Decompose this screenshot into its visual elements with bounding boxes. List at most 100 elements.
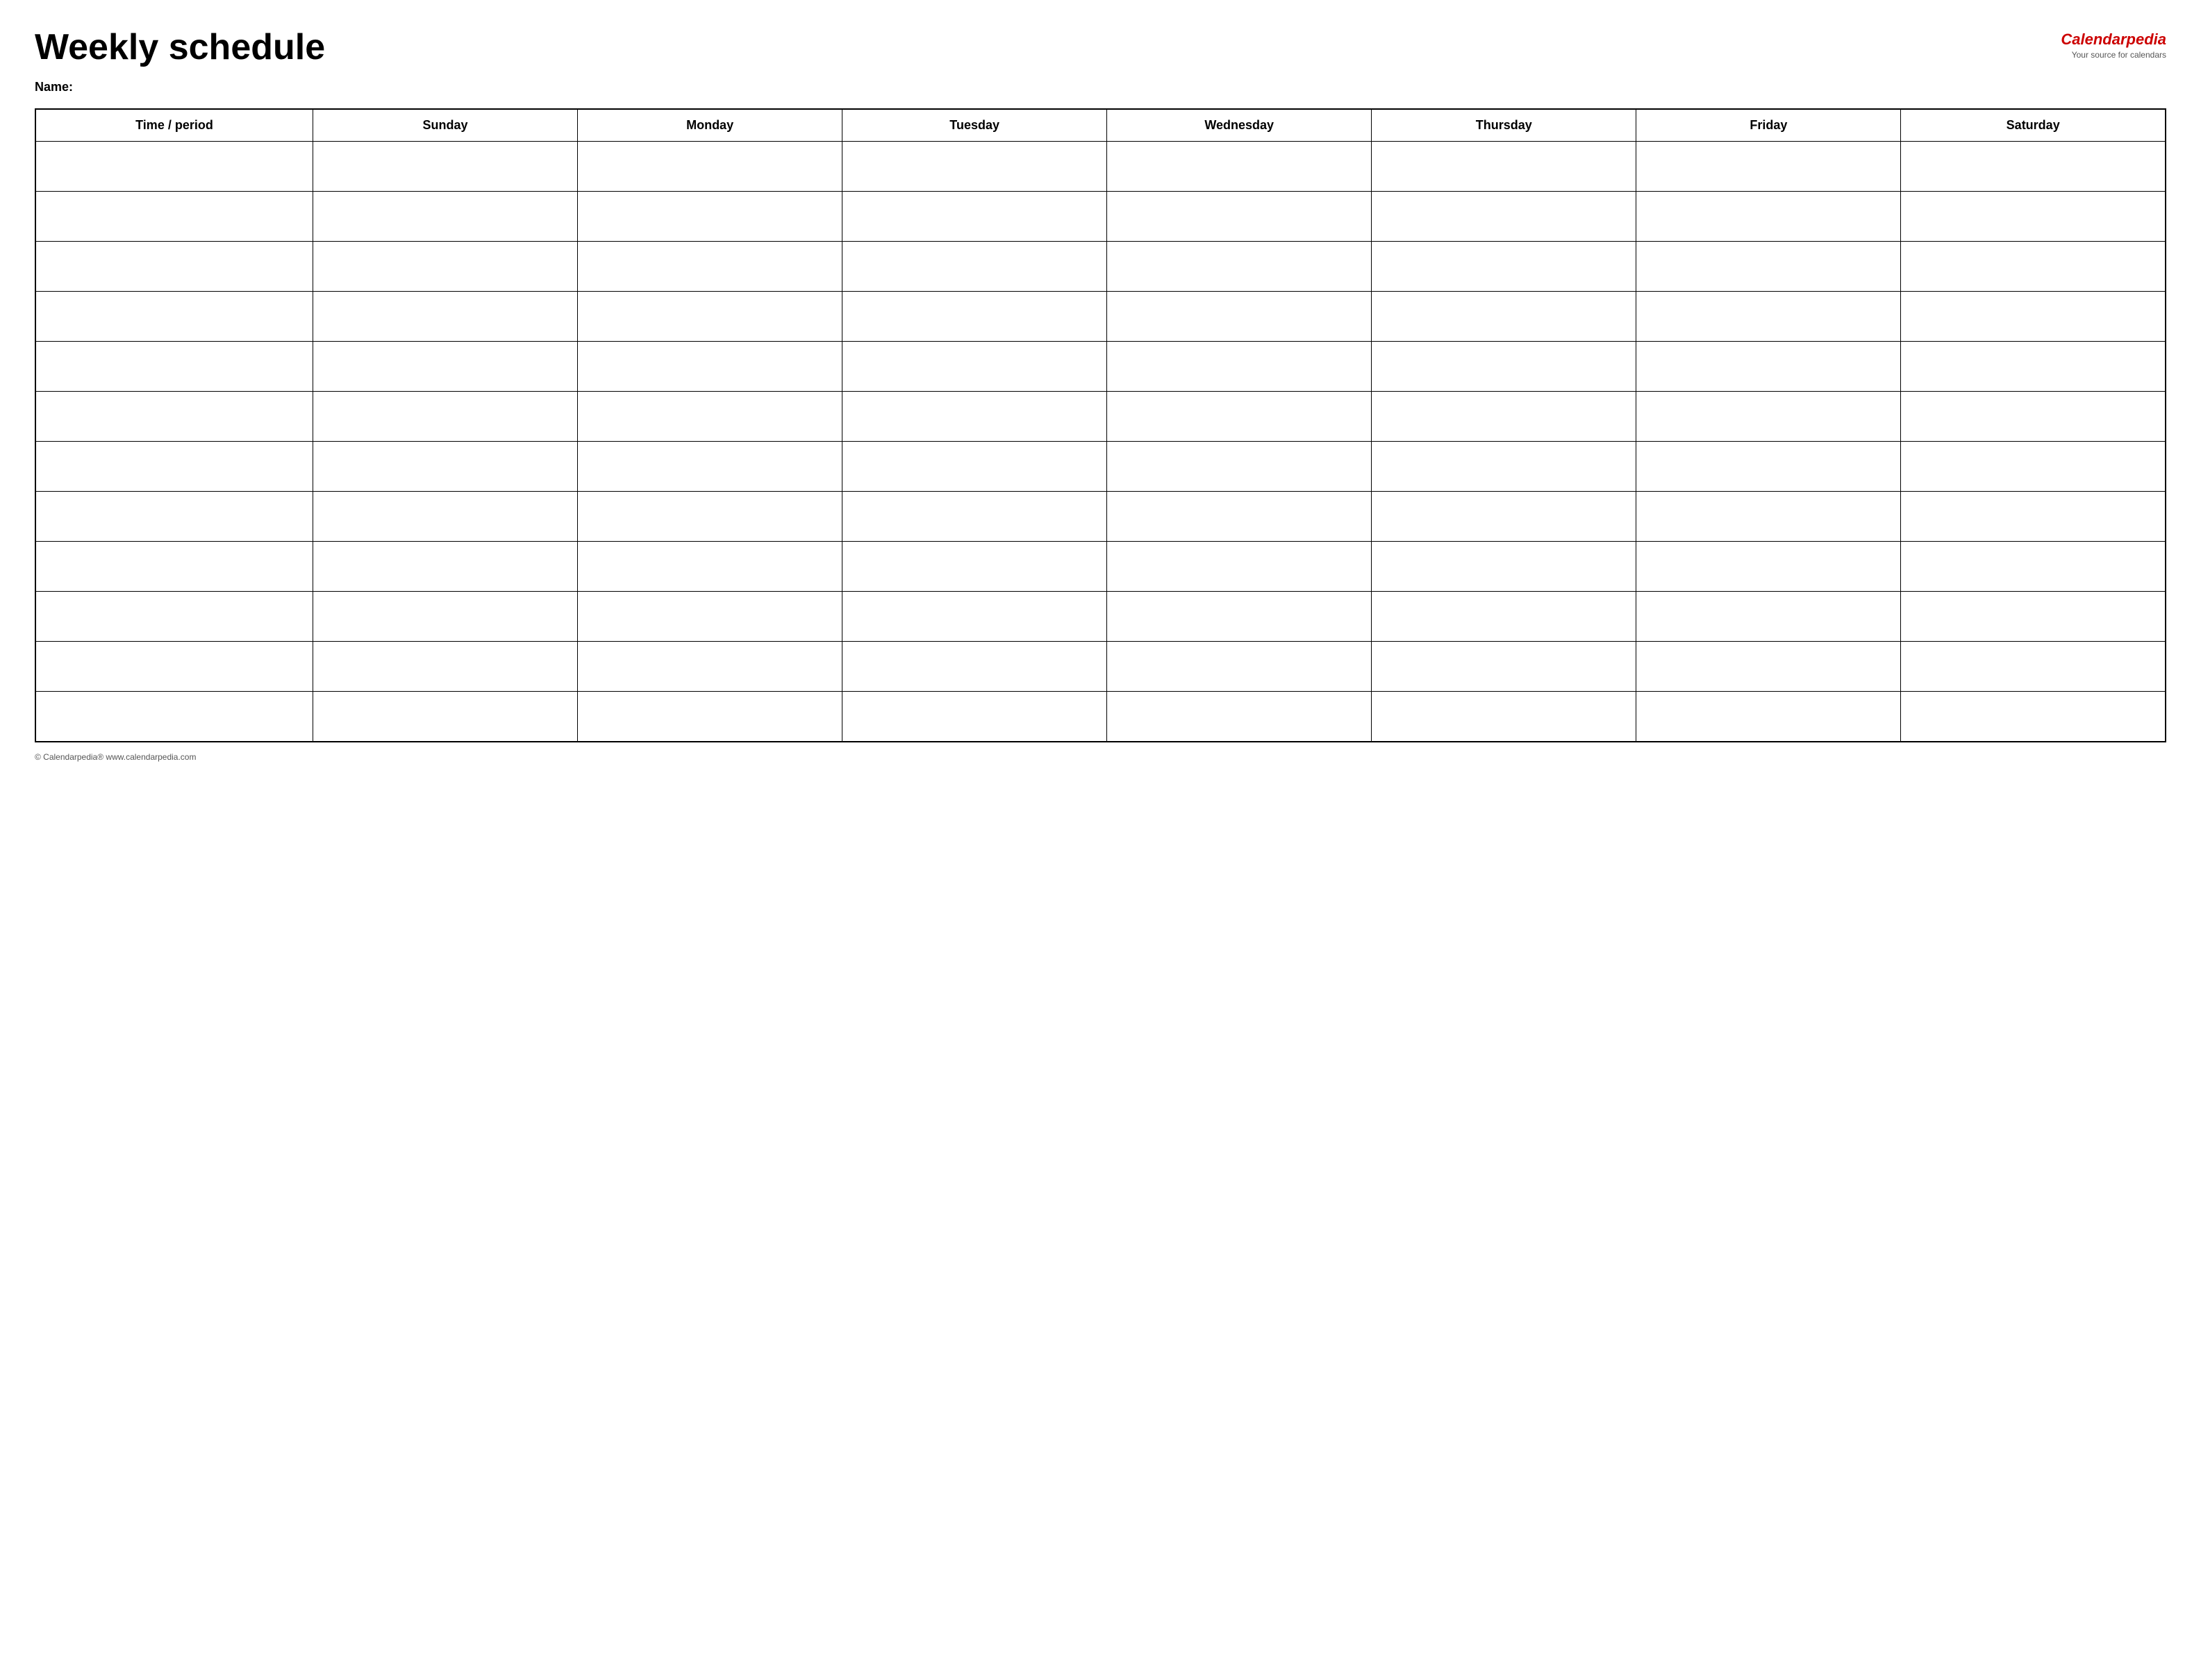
schedule-cell[interactable] <box>1372 342 1636 392</box>
schedule-cell[interactable] <box>1636 242 1901 292</box>
schedule-cell[interactable] <box>1636 492 1901 542</box>
time-cell[interactable] <box>35 292 313 342</box>
schedule-cell[interactable] <box>1107 242 1372 292</box>
schedule-cell[interactable] <box>1901 492 2166 542</box>
time-cell[interactable] <box>35 492 313 542</box>
schedule-cell[interactable] <box>1901 642 2166 692</box>
schedule-cell[interactable] <box>1901 342 2166 392</box>
table-row <box>35 142 2166 192</box>
schedule-cell[interactable] <box>842 292 1107 342</box>
schedule-cell[interactable] <box>842 492 1107 542</box>
schedule-cell[interactable] <box>1107 692 1372 742</box>
schedule-cell[interactable] <box>578 192 842 242</box>
schedule-cell[interactable] <box>1107 142 1372 192</box>
schedule-cell[interactable] <box>1636 592 1901 642</box>
brand-suffix: pedia <box>2127 31 2166 48</box>
schedule-cell[interactable] <box>1636 142 1901 192</box>
schedule-cell[interactable] <box>842 542 1107 592</box>
schedule-cell[interactable] <box>1636 542 1901 592</box>
schedule-cell[interactable] <box>1107 342 1372 392</box>
schedule-cell[interactable] <box>1636 642 1901 692</box>
schedule-cell[interactable] <box>842 442 1107 492</box>
schedule-cell[interactable] <box>1901 142 2166 192</box>
schedule-cell[interactable] <box>578 392 842 442</box>
schedule-cell[interactable] <box>1636 692 1901 742</box>
time-cell[interactable] <box>35 442 313 492</box>
schedule-cell[interactable] <box>1107 442 1372 492</box>
time-cell[interactable] <box>35 342 313 392</box>
schedule-cell[interactable] <box>1372 642 1636 692</box>
schedule-cell[interactable] <box>1901 292 2166 342</box>
schedule-cell[interactable] <box>578 342 842 392</box>
schedule-cell[interactable] <box>313 242 578 292</box>
table-row <box>35 342 2166 392</box>
schedule-cell[interactable] <box>1636 192 1901 242</box>
time-cell[interactable] <box>35 592 313 642</box>
schedule-cell[interactable] <box>842 392 1107 442</box>
schedule-cell[interactable] <box>842 642 1107 692</box>
schedule-cell[interactable] <box>313 192 578 242</box>
time-cell[interactable] <box>35 692 313 742</box>
schedule-cell[interactable] <box>1372 542 1636 592</box>
schedule-cell[interactable] <box>578 492 842 542</box>
time-cell[interactable] <box>35 242 313 292</box>
schedule-cell[interactable] <box>313 692 578 742</box>
schedule-cell[interactable] <box>1901 542 2166 592</box>
schedule-cell[interactable] <box>1901 692 2166 742</box>
schedule-cell[interactable] <box>1372 292 1636 342</box>
schedule-cell[interactable] <box>842 592 1107 642</box>
schedule-cell[interactable] <box>578 692 842 742</box>
schedule-cell[interactable] <box>578 442 842 492</box>
schedule-cell[interactable] <box>313 392 578 442</box>
schedule-cell[interactable] <box>1901 242 2166 292</box>
schedule-cell[interactable] <box>1901 392 2166 442</box>
schedule-cell[interactable] <box>1107 542 1372 592</box>
schedule-cell[interactable] <box>1636 392 1901 442</box>
schedule-cell[interactable] <box>313 142 578 192</box>
schedule-cell[interactable] <box>1901 442 2166 492</box>
schedule-cell[interactable] <box>313 442 578 492</box>
schedule-cell[interactable] <box>1636 342 1901 392</box>
schedule-cell[interactable] <box>842 242 1107 292</box>
schedule-cell[interactable] <box>313 492 578 542</box>
schedule-cell[interactable] <box>578 642 842 692</box>
schedule-cell[interactable] <box>1107 492 1372 542</box>
time-cell[interactable] <box>35 392 313 442</box>
schedule-cell[interactable] <box>313 642 578 692</box>
schedule-cell[interactable] <box>313 592 578 642</box>
schedule-cell[interactable] <box>1372 442 1636 492</box>
table-row <box>35 592 2166 642</box>
schedule-cell[interactable] <box>842 342 1107 392</box>
schedule-cell[interactable] <box>1636 442 1901 492</box>
schedule-cell[interactable] <box>578 592 842 642</box>
schedule-cell[interactable] <box>1372 192 1636 242</box>
schedule-cell[interactable] <box>1901 192 2166 242</box>
schedule-cell[interactable] <box>313 292 578 342</box>
schedule-cell[interactable] <box>1636 292 1901 342</box>
time-cell[interactable] <box>35 642 313 692</box>
schedule-cell[interactable] <box>1372 592 1636 642</box>
schedule-cell[interactable] <box>1372 242 1636 292</box>
schedule-cell[interactable] <box>1107 592 1372 642</box>
schedule-cell[interactable] <box>1107 192 1372 242</box>
schedule-cell[interactable] <box>1372 692 1636 742</box>
schedule-cell[interactable] <box>1372 142 1636 192</box>
schedule-cell[interactable] <box>1372 492 1636 542</box>
schedule-cell[interactable] <box>578 542 842 592</box>
schedule-cell[interactable] <box>578 292 842 342</box>
schedule-cell[interactable] <box>1901 592 2166 642</box>
schedule-cell[interactable] <box>313 342 578 392</box>
schedule-cell[interactable] <box>842 192 1107 242</box>
schedule-cell[interactable] <box>842 692 1107 742</box>
schedule-cell[interactable] <box>1107 392 1372 442</box>
time-cell[interactable] <box>35 142 313 192</box>
schedule-cell[interactable] <box>1372 392 1636 442</box>
time-cell[interactable] <box>35 542 313 592</box>
schedule-cell[interactable] <box>842 142 1107 192</box>
schedule-cell[interactable] <box>1107 642 1372 692</box>
schedule-cell[interactable] <box>578 242 842 292</box>
schedule-cell[interactable] <box>313 542 578 592</box>
schedule-cell[interactable] <box>1107 292 1372 342</box>
schedule-cell[interactable] <box>578 142 842 192</box>
time-cell[interactable] <box>35 192 313 242</box>
